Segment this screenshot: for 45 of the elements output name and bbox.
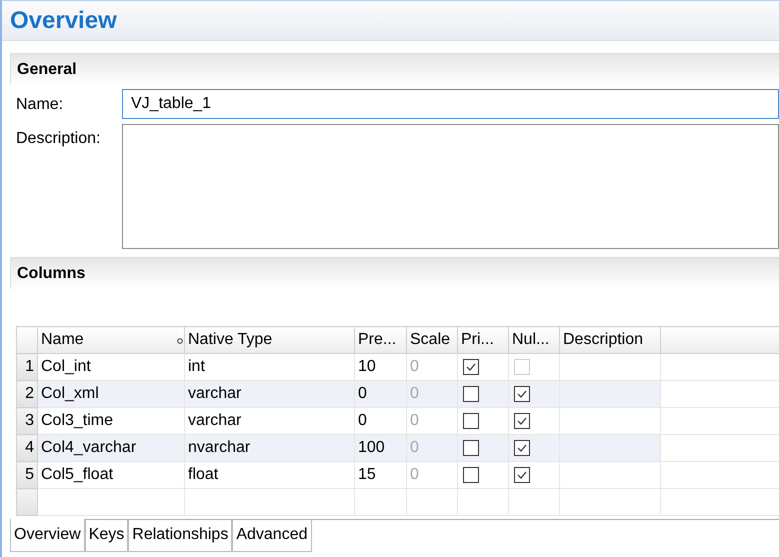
row-number: 4 xyxy=(16,434,38,462)
table-cell: 0 xyxy=(354,380,406,408)
table-cell: 100 xyxy=(354,434,406,462)
column-header[interactable]: Description xyxy=(560,326,660,354)
section-title: Columns xyxy=(17,264,86,284)
tab[interactable]: Overview xyxy=(10,518,85,552)
row-number: 2 xyxy=(16,380,38,408)
table-cell: Col4_varchar xyxy=(38,434,184,462)
table-cell: float xyxy=(184,462,354,488)
checkbox[interactable] xyxy=(514,466,530,483)
description-field[interactable] xyxy=(122,124,779,249)
table-cell: 0 xyxy=(406,462,458,488)
table-cell: Col5_float xyxy=(38,462,184,488)
checkbox[interactable] xyxy=(463,386,479,402)
column-header[interactable]: Native Type xyxy=(184,326,354,354)
column-header[interactable]: Pre... xyxy=(354,326,406,354)
table-cell: 15 xyxy=(354,462,406,488)
column-header[interactable]: Name xyxy=(38,326,184,354)
column-header[interactable]: Pri... xyxy=(458,326,508,354)
tab[interactable]: Advanced xyxy=(232,520,312,552)
column-header[interactable]: Nul... xyxy=(508,326,560,354)
row-number: 1 xyxy=(16,354,38,380)
column-header[interactable]: Scale xyxy=(406,326,458,354)
tab[interactable]: Relationships xyxy=(128,520,232,552)
row-number: 3 xyxy=(16,408,38,434)
checkbox[interactable] xyxy=(514,440,530,456)
checkbox[interactable] xyxy=(463,440,479,456)
checkbox[interactable] xyxy=(514,386,530,402)
field-label: Name: xyxy=(16,95,64,115)
checkbox[interactable] xyxy=(463,466,479,483)
table-cell: 0 xyxy=(406,380,458,408)
checkbox[interactable] xyxy=(514,412,530,429)
tab[interactable]: Keys xyxy=(84,520,128,552)
table-cell: varchar xyxy=(184,380,354,408)
corner-header xyxy=(16,326,38,354)
checkbox[interactable] xyxy=(463,412,479,429)
name-field[interactable]: VJ_table_1 xyxy=(122,89,779,119)
row-number: 5 xyxy=(16,462,38,488)
field-label: Description: xyxy=(16,129,102,149)
table-cell: Col_xml xyxy=(38,380,184,408)
table-cell: nvarchar xyxy=(184,434,354,462)
table-cell: 0 xyxy=(406,434,458,462)
checkbox[interactable] xyxy=(463,358,479,375)
page-title: Overview xyxy=(10,6,117,36)
section-title: General xyxy=(17,60,77,80)
